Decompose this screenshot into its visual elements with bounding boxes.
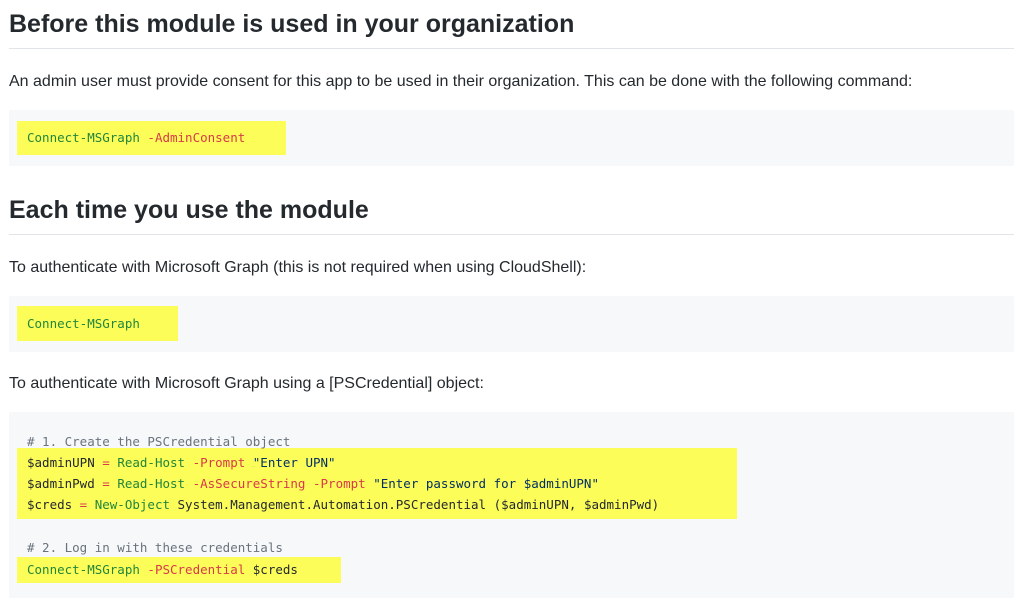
auth-description: To authenticate with Microsoft Graph (th… [9,259,587,276]
code-block-admin-consent[interactable]: Connect-MSGraph -AdminConsent [9,110,1014,166]
pscredential-description: To authenticate with Microsoft Graph usi… [9,375,484,392]
code-comment: # 2. Log in with these credentials [27,540,283,555]
code-line: $adminPwd = Read-Host -AsSecureString -P… [27,476,599,491]
section-heading-consent: Before this module is used in your organ… [9,8,1014,49]
code-line: $creds = New-Object System.Management.Au… [27,497,660,512]
code-line: $adminUPN = Read-Host -Prompt "Enter UPN… [27,455,336,470]
section-heading-each-time: Each time you use the module [9,194,1014,235]
consent-description: An admin user must provide consent for t… [9,73,913,90]
code-block-pscredential[interactable]: # 1. Create the PSCredential object $adm… [9,412,1014,598]
code-block-connect[interactable]: Connect-MSGraph [9,296,1014,352]
code-line: Connect-MSGraph -PSCredential $creds [27,562,298,577]
code-comment: # 1. Create the PSCredential object [27,434,291,449]
code-line: Connect-MSGraph -AdminConsent [27,130,246,145]
code-line: Connect-MSGraph [27,316,140,331]
